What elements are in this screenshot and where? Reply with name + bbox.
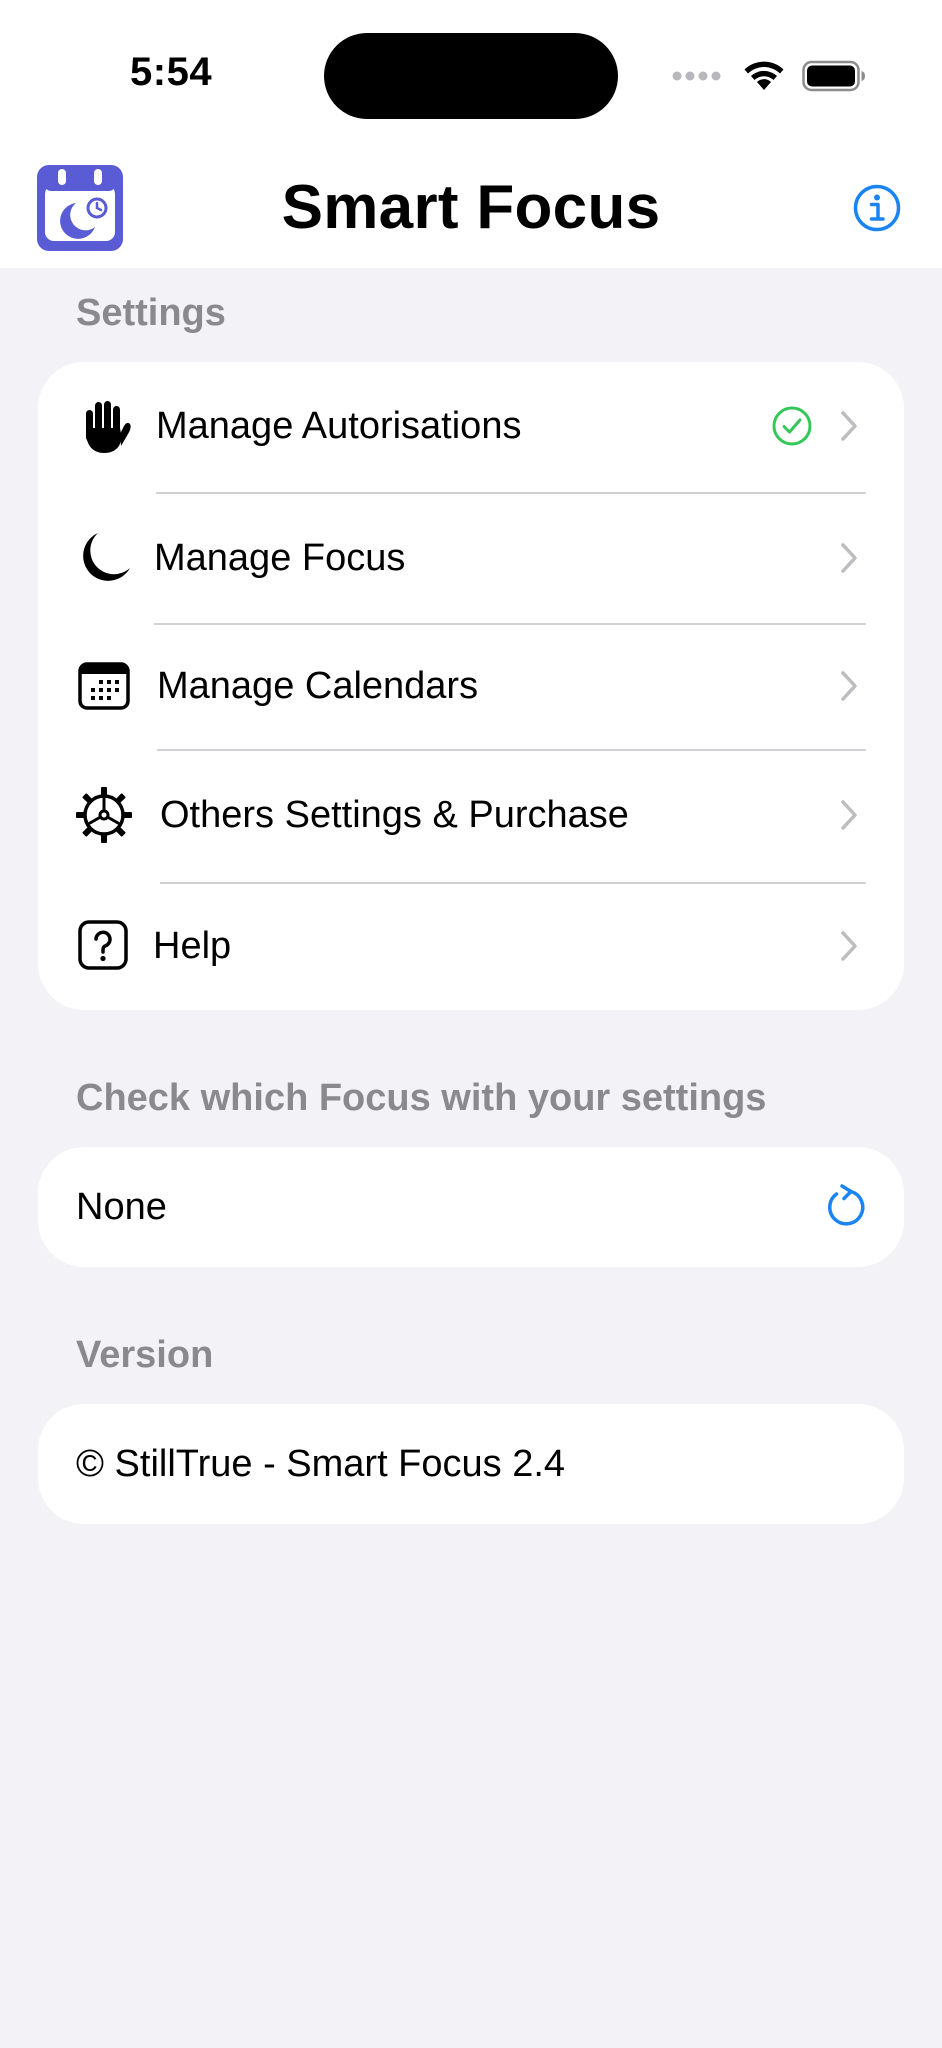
wifi-icon xyxy=(744,61,784,90)
settings-row-help[interactable]: Help xyxy=(38,882,904,1010)
status-indicators xyxy=(672,56,866,96)
nav-header: Smart Focus xyxy=(0,150,942,268)
question-square-icon xyxy=(78,920,128,970)
moon-icon xyxy=(83,533,130,581)
chevron-right-icon xyxy=(841,671,857,701)
focus-section-header: Check which Focus with your settings xyxy=(76,1077,767,1119)
settings-row-others-settings-purchase[interactable]: Others Settings & Purchase xyxy=(38,751,904,879)
row-label: Help xyxy=(153,925,232,967)
settings-section-header: Settings xyxy=(76,292,226,334)
current-focus-value: None xyxy=(76,1186,167,1228)
settings-row-manage-autorisations[interactable]: Manage Autorisations xyxy=(38,362,904,490)
chevron-right-icon xyxy=(841,931,857,961)
signal-icon xyxy=(672,71,721,81)
focus-card: None xyxy=(38,1147,904,1267)
calendar-icon xyxy=(78,662,130,710)
version-section-header: Version xyxy=(76,1334,214,1376)
refresh-button[interactable] xyxy=(824,1183,870,1229)
settings-row-manage-calendars[interactable]: Manage Calendars xyxy=(38,622,904,750)
row-label: Manage Focus xyxy=(154,537,406,579)
settings-row-manage-focus[interactable]: Manage Focus xyxy=(38,494,904,622)
version-text: © StillTrue - Smart Focus 2.4 xyxy=(76,1443,566,1485)
chevron-right-icon xyxy=(841,411,857,441)
info-button[interactable] xyxy=(852,183,902,233)
refresh-icon xyxy=(828,1184,865,1226)
chevron-right-icon xyxy=(841,543,857,573)
checkmark-circle-icon xyxy=(772,406,812,446)
status-time: 5:54 xyxy=(130,50,213,94)
settings-card: Manage Autorisations Manage Focus Manage… xyxy=(38,362,904,1010)
status-bar: 5:54 xyxy=(0,0,942,150)
row-label: Others Settings & Purchase xyxy=(160,794,629,836)
chevron-right-icon xyxy=(841,800,857,830)
hand-raised-icon xyxy=(86,401,131,453)
dynamic-island xyxy=(324,33,618,119)
battery-icon xyxy=(802,60,865,92)
info-circle-icon xyxy=(853,184,901,232)
row-label: Manage Autorisations xyxy=(156,405,522,447)
page-title: Smart Focus xyxy=(281,173,661,242)
gear-icon xyxy=(76,787,132,843)
version-card: © StillTrue - Smart Focus 2.4 xyxy=(38,1404,904,1524)
row-label: Manage Calendars xyxy=(157,665,479,707)
